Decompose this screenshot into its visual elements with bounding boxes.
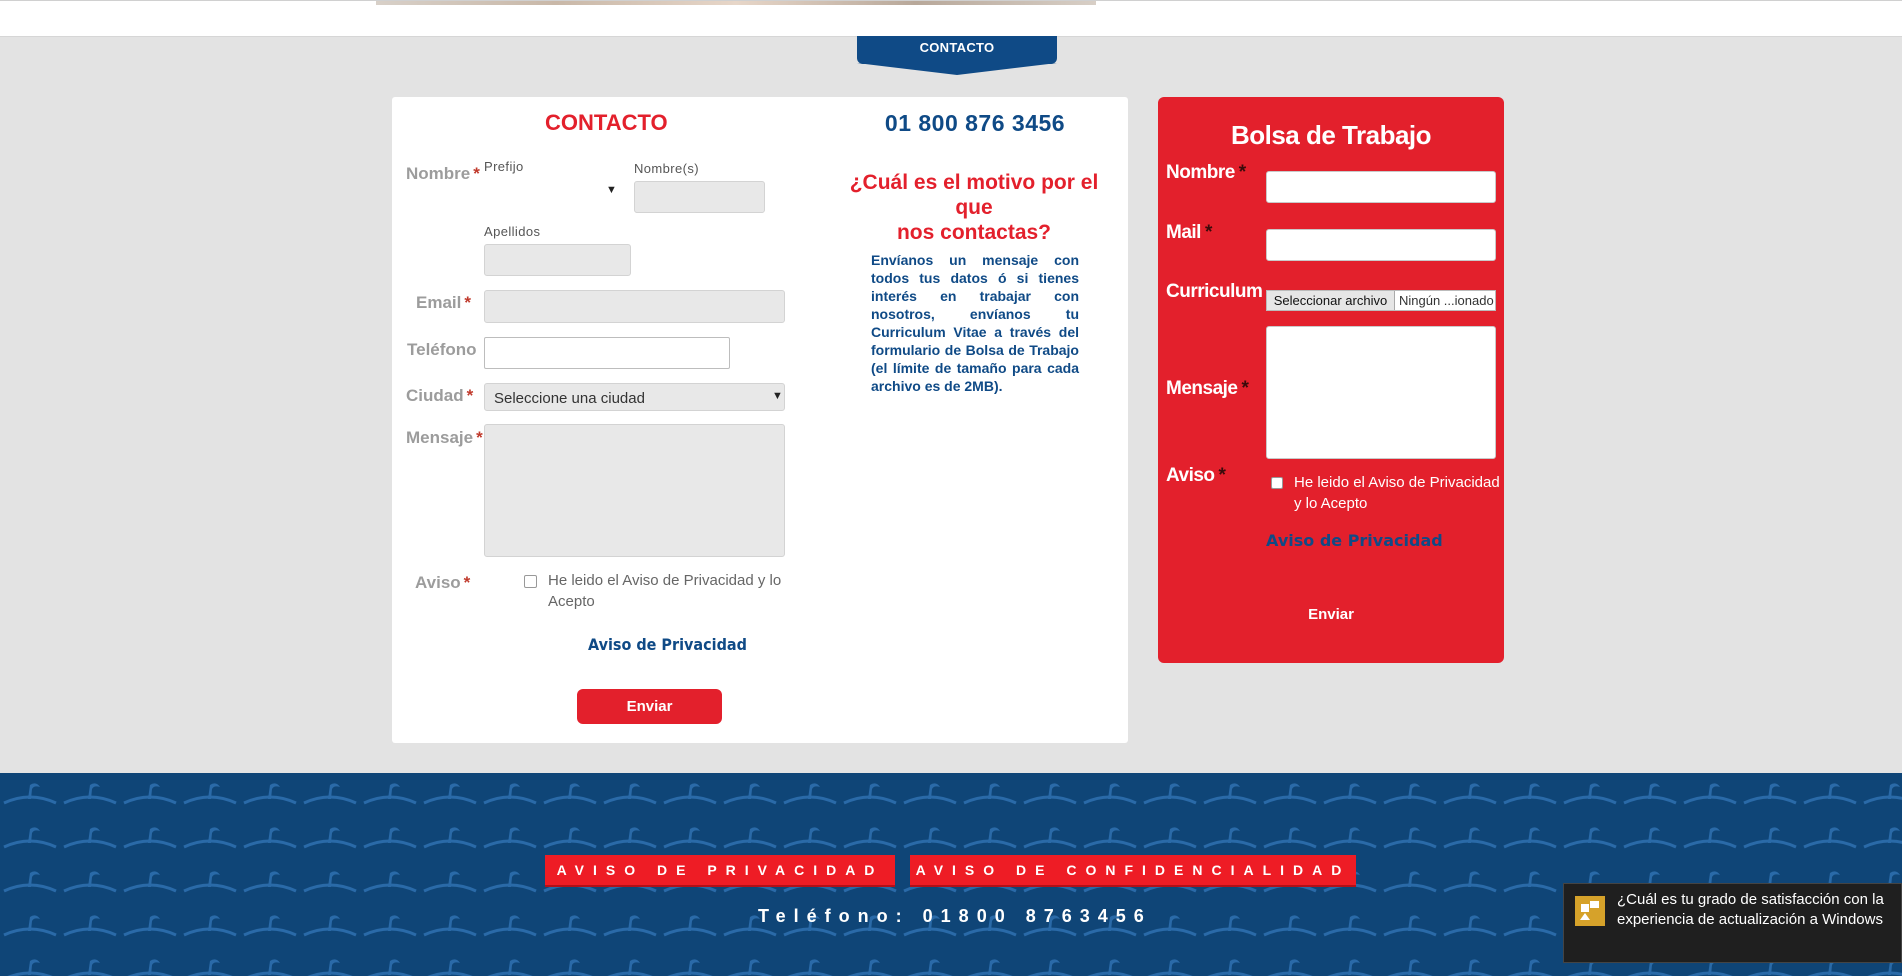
aviso-label: Aviso *: [415, 573, 471, 592]
bolsa-nombre-input[interactable]: [1266, 171, 1496, 203]
chevron-down-icon: ▼: [772, 390, 783, 402]
bolsa-mensaje-textarea[interactable]: [1266, 326, 1496, 459]
file-status: Ningún ...ionado: [1399, 293, 1494, 308]
footer-phone: Teléfono: 01800 8763456: [758, 906, 1152, 926]
contact-question: ¿Cuál es el motivo por el que nos contac…: [849, 171, 1099, 244]
apellidos-label: Apellidos: [484, 224, 541, 239]
bolsa-privacy-checkbox[interactable]: [1271, 477, 1283, 489]
bolsa-curriculum-label: Curriculum: [1166, 281, 1263, 302]
privacy-link[interactable]: Aviso de Privacidad: [588, 635, 747, 654]
section-tab-tip: [857, 63, 1057, 75]
email-label: Email *: [416, 293, 471, 312]
bolsa-privacy-checkbox-text: He leido el Aviso de Privacidad y lo Ace…: [1294, 474, 1500, 512]
privacy-checkbox-text: He leido el Aviso de Privacidad y lo Ace…: [548, 572, 782, 610]
telefono-label: Teléfono: [407, 340, 477, 359]
curriculum-file-input[interactable]: Seleccionar archivo Ningún ...ionado: [1266, 290, 1496, 311]
mensaje-textarea[interactable]: [484, 424, 785, 557]
bolsa-mail-input[interactable]: [1266, 229, 1496, 261]
contact-info-text: Envíanos un mensaje con todos tus datos …: [871, 252, 1079, 394]
contact-submit-button[interactable]: Enviar: [577, 689, 722, 724]
contact-phone: 01 800 876 3456: [884, 110, 1066, 136]
prefijo-select[interactable]: [484, 176, 616, 200]
privacy-checkbox[interactable]: [524, 575, 537, 588]
header-image-strip: [376, 1, 1096, 5]
mensaje-label: Mensaje *: [406, 428, 483, 447]
footer-privacy-button[interactable]: AVISO DE PRIVACIDAD: [545, 855, 895, 887]
bolsa-privacy-link[interactable]: Aviso de Privacidad: [1266, 531, 1443, 550]
chevron-down-icon: ▼: [606, 184, 617, 196]
bolsa-submit-button[interactable]: Enviar: [1266, 606, 1396, 623]
ciudad-select[interactable]: Seleccione una ciudad: [484, 383, 785, 411]
section-tab-label: CONTACTO: [919, 40, 995, 55]
nombres-label: Nombre(s): [634, 161, 699, 176]
contact-title: CONTACTO: [545, 110, 668, 135]
toast-message: ¿Cuál es tu grado de satisfacción con la…: [1617, 891, 1884, 928]
feedback-icon: [1575, 896, 1605, 926]
bolsa-nombre-label: Nombre *: [1166, 162, 1246, 183]
email-input[interactable]: [484, 290, 785, 323]
nombres-input[interactable]: [634, 181, 765, 213]
apellidos-input[interactable]: [484, 244, 631, 276]
select-file-button[interactable]: Seleccionar archivo: [1267, 291, 1395, 310]
bolsa-mensaje-label: Mensaje *: [1166, 378, 1249, 399]
footer-confidential-button[interactable]: AVISO DE CONFIDENCIALIDAD: [910, 855, 1356, 887]
bolsa-aviso-label: Aviso *: [1166, 465, 1226, 486]
bolsa-mail-label: Mail *: [1166, 222, 1212, 243]
nombre-label: Nombre *: [406, 164, 480, 183]
ciudad-label: Ciudad *: [406, 386, 474, 405]
telefono-input[interactable]: [484, 337, 730, 369]
prefijo-label: Prefijo: [484, 159, 524, 174]
top-bar: [0, 0, 1902, 37]
bolsa-title: Bolsa de Trabajo: [1230, 120, 1432, 150]
